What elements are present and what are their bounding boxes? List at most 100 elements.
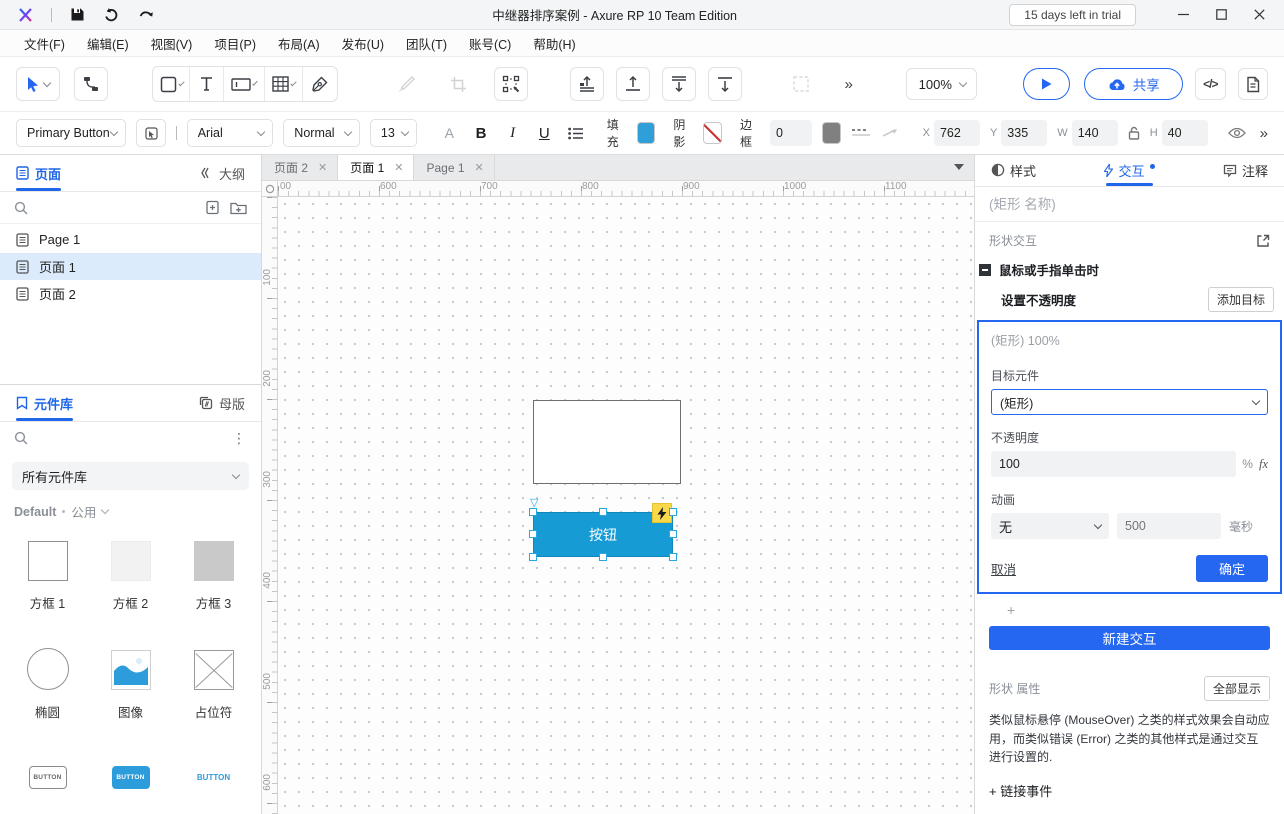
bullet-list-button[interactable] [565, 127, 587, 140]
animation-select[interactable]: 无 [991, 513, 1109, 539]
ok-button[interactable]: 确定 [1196, 555, 1268, 582]
canvas-content[interactable]: ▽ 按钮 [278, 197, 974, 814]
close-tab-icon[interactable]: ✕ [318, 161, 327, 174]
add-folder-icon[interactable] [230, 201, 247, 215]
tab-notes[interactable]: 注释 [1223, 155, 1268, 186]
close-tab-icon[interactable]: ✕ [475, 161, 484, 174]
font-color-button[interactable]: A [439, 125, 461, 141]
page-row[interactable]: 页面 2 [0, 280, 261, 307]
widget-box2[interactable]: 方框 2 [89, 529, 172, 612]
w-input[interactable] [1072, 120, 1118, 146]
doc-tab[interactable]: Page 1 ✕ [414, 155, 494, 180]
event-row[interactable]: 鼠标或手指单击时 [975, 253, 1284, 283]
widget-primary-button[interactable]: BUTTON主要按钮 [89, 747, 172, 814]
tab-list-dropdown-icon[interactable] [954, 164, 964, 170]
page-row[interactable]: Page 1 [0, 226, 261, 253]
menu-project[interactable]: 项目(P) [204, 30, 266, 57]
collapse-minus-icon[interactable] [979, 264, 991, 276]
add-action-plus[interactable]: + [975, 594, 1284, 624]
tab-pages[interactable]: 页面 [16, 155, 61, 191]
widget-button[interactable]: BUTTON按钮 [6, 747, 89, 814]
open-in-window-icon[interactable] [1256, 234, 1270, 248]
border-style-button[interactable] [851, 126, 871, 140]
style-picker-button[interactable] [136, 119, 166, 147]
selection-handle[interactable] [529, 530, 537, 538]
widget-style-select[interactable]: Primary Button [16, 119, 126, 147]
h-input[interactable] [1162, 120, 1208, 146]
more-options-icon[interactable]: ⋮ [232, 430, 247, 447]
close-button[interactable] [1242, 3, 1276, 27]
show-all-button[interactable]: 全部显示 [1204, 676, 1270, 701]
save-icon[interactable] [70, 7, 85, 22]
selection-handle[interactable] [529, 508, 537, 516]
underline-button[interactable]: U [533, 125, 555, 142]
bring-to-front-button[interactable] [570, 67, 604, 101]
fill-color-swatch[interactable] [637, 122, 656, 144]
menu-view[interactable]: 视图(V) [141, 30, 203, 57]
doc-tab[interactable]: 页面 2 ✕ [262, 155, 338, 180]
widget-name-input[interactable] [989, 197, 1270, 212]
undo-icon[interactable] [103, 7, 120, 22]
send-backward-button[interactable] [708, 67, 742, 101]
send-to-back-button[interactable] [662, 67, 696, 101]
bold-button[interactable]: B [470, 125, 492, 142]
menu-team[interactable]: 团队(T) [396, 30, 457, 57]
export-doc-button[interactable] [1238, 68, 1268, 100]
opacity-input[interactable] [991, 451, 1236, 477]
cancel-link[interactable]: 取消 [991, 559, 1016, 578]
new-interaction-button[interactable]: 新建交互 [989, 626, 1270, 650]
font-size-select[interactable]: 13 [370, 119, 417, 147]
widget-ellipse[interactable]: 椭圆 [6, 638, 89, 721]
y-input[interactable] [1001, 120, 1047, 146]
library-select[interactable]: 所有元件库 [12, 462, 249, 490]
minimize-button[interactable] [1166, 3, 1200, 27]
maximize-button[interactable] [1204, 3, 1238, 27]
pen-tool-button[interactable] [303, 67, 337, 101]
toolbar-overflow-button[interactable]: » [832, 67, 866, 101]
rectangle-tool-button[interactable] [153, 67, 191, 101]
font-family-select[interactable]: Arial [187, 119, 274, 147]
widget-name-field[interactable] [975, 187, 1284, 222]
selection-handle[interactable] [669, 530, 677, 538]
selection-handle[interactable] [529, 553, 537, 561]
page-row-selected[interactable]: 页面 1 [0, 253, 261, 280]
stylebar-overflow-button[interactable]: » [1260, 125, 1268, 142]
menu-account[interactable]: 账号(C) [459, 30, 521, 57]
ruler-origin-icon[interactable] [262, 181, 278, 197]
x-input[interactable] [934, 120, 980, 146]
duration-input[interactable] [1117, 513, 1221, 539]
doc-tab-active[interactable]: 页面 1 ✕ [338, 155, 414, 180]
lock-ratio-icon[interactable] [1128, 126, 1140, 140]
menu-file[interactable]: 文件(F) [14, 30, 75, 57]
target-select[interactable]: (矩形) [991, 389, 1268, 415]
widget-box1[interactable]: 方框 1 [6, 529, 89, 612]
menu-arrange[interactable]: 布局(A) [268, 30, 330, 57]
preview-button[interactable] [1023, 68, 1071, 100]
menu-help[interactable]: 帮助(H) [523, 30, 585, 57]
tab-style[interactable]: 样式 [991, 155, 1036, 186]
selection-handle[interactable] [669, 553, 677, 561]
tab-masters[interactable]: 母版 [199, 385, 245, 421]
close-tab-icon[interactable]: ✕ [394, 161, 403, 174]
add-target-button[interactable]: 添加目标 [1208, 287, 1274, 312]
font-weight-select[interactable]: Normal [283, 119, 360, 147]
link-event-button[interactable]: + 链接事件 [975, 767, 1284, 814]
action-row[interactable]: 设置不透明度 添加目标 [975, 283, 1284, 320]
bring-forward-button[interactable] [616, 67, 650, 101]
widget-link-button[interactable]: BUTTON链接按钮 [172, 747, 255, 814]
menu-publish[interactable]: 发布(U) [332, 30, 394, 57]
widget-placeholder[interactable]: 占位符 [172, 638, 255, 721]
library-section-header[interactable]: Default 公用 [0, 492, 261, 523]
connector-tool-button[interactable] [74, 67, 108, 101]
rectangle-widget[interactable] [533, 400, 681, 484]
inspect-code-button[interactable]: </> [1195, 68, 1225, 100]
border-color-swatch[interactable] [822, 122, 841, 144]
widget-image[interactable]: 图像 [89, 638, 172, 721]
redo-icon[interactable] [138, 7, 155, 22]
search-icon[interactable] [14, 201, 28, 215]
input-tool-button[interactable] [224, 67, 264, 101]
search-icon[interactable] [14, 431, 28, 445]
tab-outline[interactable]: 大纲 [198, 155, 245, 191]
italic-button[interactable]: I [502, 125, 524, 142]
menu-edit[interactable]: 编辑(E) [77, 30, 139, 57]
